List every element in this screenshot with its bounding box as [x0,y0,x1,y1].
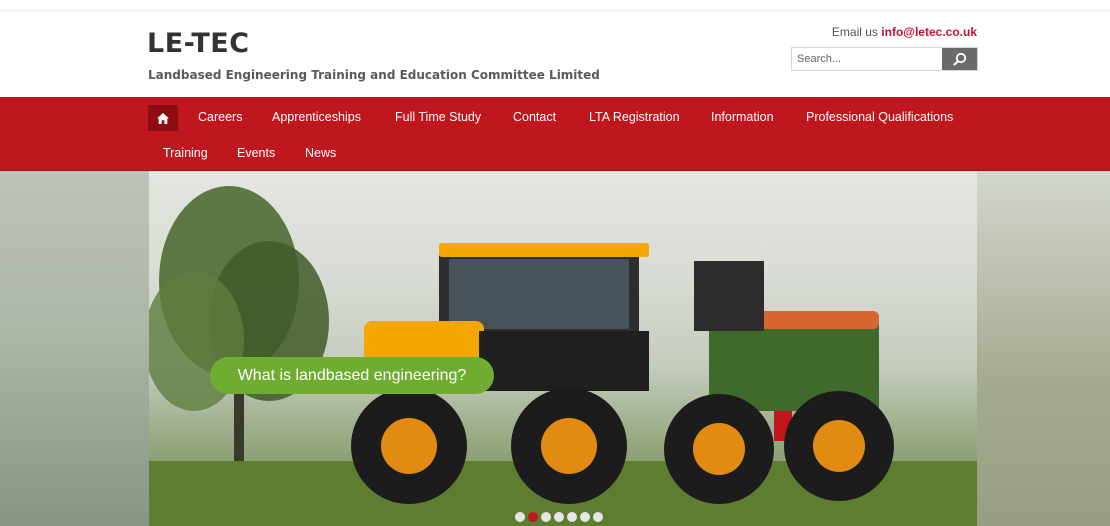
nav-item-contact[interactable]: Contact [513,110,556,124]
slider-dot-active[interactable] [528,512,538,522]
slider-pagination [515,512,603,522]
site-logo-subtitle: Landbased Engineering Training and Educa… [148,68,600,82]
nav-item-information[interactable]: Information [711,110,774,124]
email-prefix: Email us [831,25,882,39]
hero-slider[interactable] [0,171,1110,526]
nav-item-lta-registration[interactable]: LTA Registration [589,110,680,124]
nav-item-training[interactable]: Training [163,146,208,160]
slider-dot[interactable] [593,512,603,522]
hero-current-slide-image [149,171,977,526]
nav-home-button[interactable] [148,105,178,131]
email-link[interactable]: info@letec.co.uk [881,25,977,39]
site-header: LE-TEC Landbased Engineering Training an… [0,0,1110,97]
slider-dot[interactable] [580,512,590,522]
main-navigation: Careers Apprenticeships Full Time Study … [0,97,1110,171]
slider-dot[interactable] [515,512,525,522]
slider-dot[interactable] [567,512,577,522]
slider-dot[interactable] [554,512,564,522]
tractor-illustration [149,186,977,526]
search-input[interactable] [792,48,942,70]
nav-item-apprenticeships[interactable]: Apprenticeships [272,110,361,124]
hero-next-slide-preview[interactable] [977,171,1110,526]
slider-dot[interactable] [541,512,551,522]
search-icon [953,52,966,66]
nav-item-news[interactable]: News [305,146,336,160]
nav-item-careers[interactable]: Careers [198,110,242,124]
home-icon [157,112,169,124]
email-contact: Email us info@letec.co.uk [832,25,977,39]
hero-previous-slide-preview[interactable] [0,171,149,526]
search-form [791,47,978,71]
nav-item-professional-qualifications[interactable]: Professional Qualifications [806,110,953,124]
site-logo-title[interactable]: LE-TEC [147,28,250,59]
what-is-landbased-engineering-button[interactable]: What is landbased engineering? [210,357,494,394]
nav-item-full-time-study[interactable]: Full Time Study [395,110,481,124]
search-button[interactable] [942,48,977,70]
nav-item-events[interactable]: Events [237,146,275,160]
